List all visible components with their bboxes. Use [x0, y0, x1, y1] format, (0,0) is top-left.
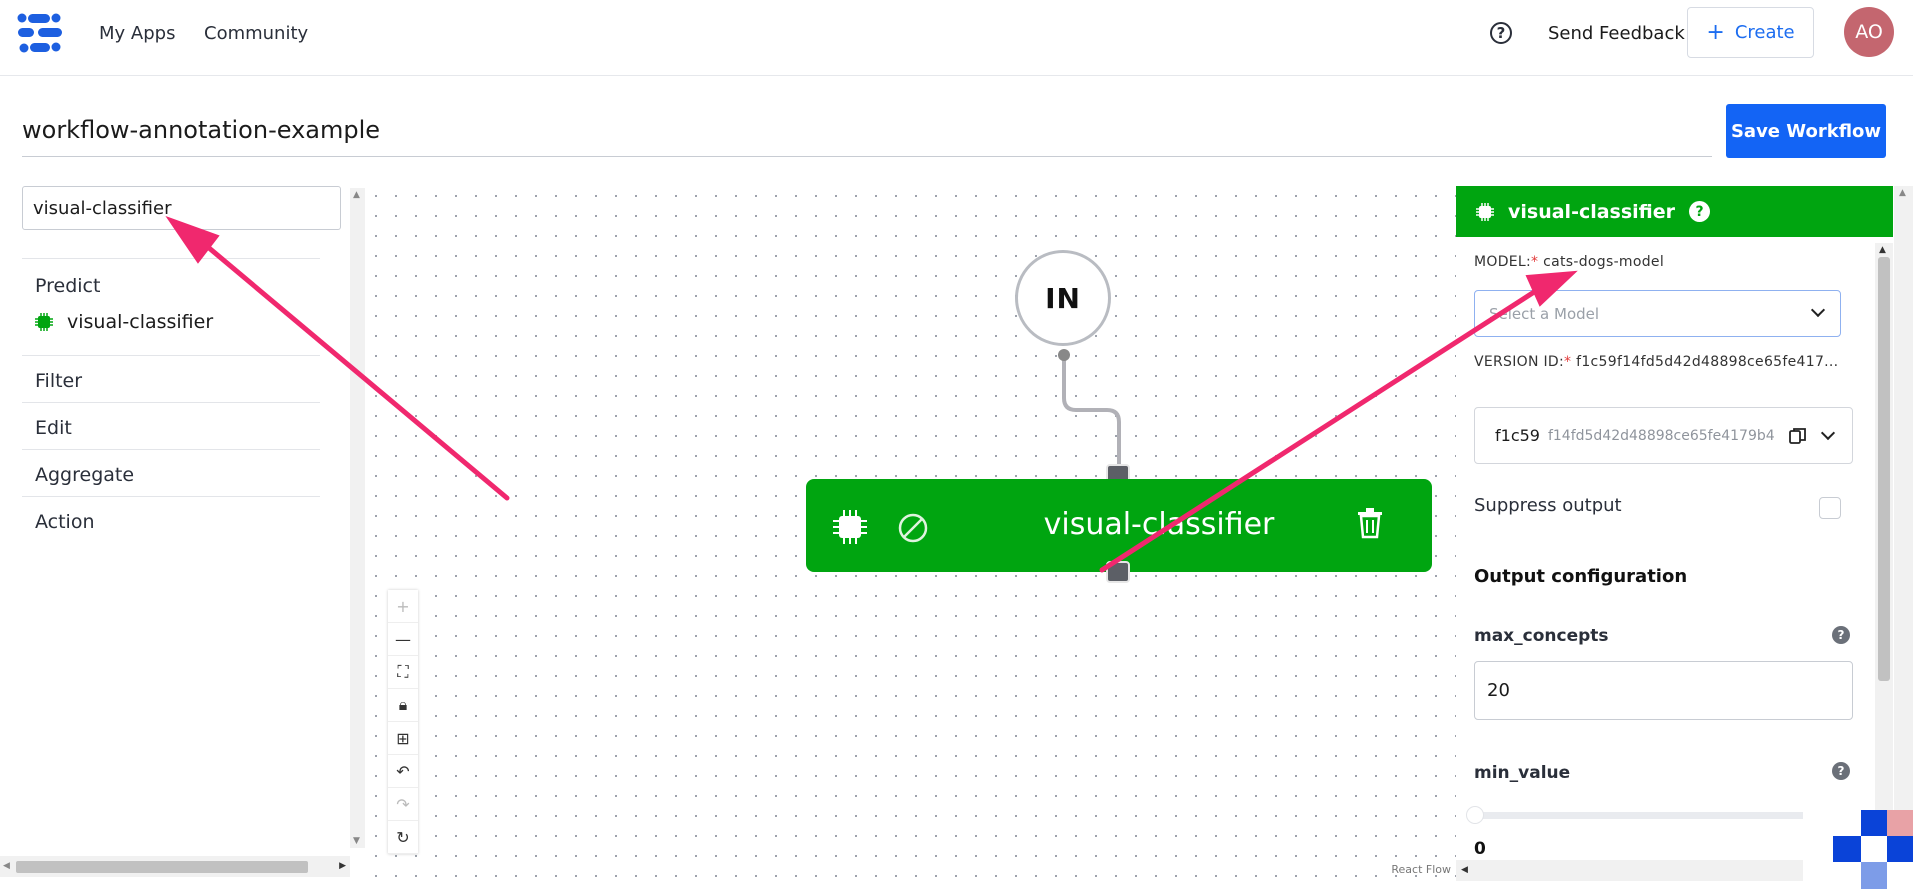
operator-visual-classifier[interactable]: visual-classifier — [22, 311, 320, 333]
category-predict[interactable]: Predict — [22, 275, 320, 297]
scroll-up-icon[interactable]: ▲ — [353, 190, 360, 200]
category-edit[interactable]: Edit — [22, 417, 320, 439]
scrollbar-thumb[interactable] — [1878, 257, 1890, 681]
undo-icon[interactable]: ↶ — [388, 755, 418, 788]
save-workflow-button[interactable]: Save Workflow — [1726, 104, 1886, 158]
version-short-id: f1c59 — [1495, 426, 1540, 445]
node-label: visual-classifier — [1043, 507, 1275, 542]
help-icon[interactable]: ? — [1689, 201, 1711, 222]
workflow-canvas[interactable]: IN visual-classifier + — ⛶ 🔒︎ ⊞ ↶ ↷ ↻ Re… — [372, 180, 1457, 880]
send-feedback-link[interactable]: Send Feedback — [1548, 23, 1685, 44]
model-label: MODEL: — [1474, 254, 1532, 270]
divider — [22, 258, 320, 259]
avatar[interactable]: AO — [1844, 7, 1894, 57]
copy-icon[interactable] — [1788, 427, 1807, 445]
config-header: visual-classifier ? — [1456, 186, 1893, 237]
category-aggregate[interactable]: Aggregate — [22, 464, 320, 486]
operator-search-input[interactable] — [22, 186, 341, 230]
category-action[interactable]: Action — [22, 511, 320, 533]
version-label: VERSION ID: — [1474, 354, 1565, 370]
scrollbar-thumb[interactable] — [16, 861, 308, 873]
horizontal-scrollbar[interactable]: ◀ ▶ — [0, 856, 350, 877]
auto-layout-icon[interactable]: ⊞ — [388, 722, 418, 755]
model-label-row: MODEL:* cats-dogs-model — [1474, 254, 1664, 270]
create-button[interactable]: + Create — [1687, 7, 1814, 58]
divider — [22, 449, 320, 450]
required-mark: * — [1564, 354, 1572, 370]
operator-list-panel: Predict visual-classifier Filter Edit Ag… — [0, 180, 365, 889]
min-value-help-icon[interactable]: ? — [1832, 762, 1850, 780]
scroll-left-icon[interactable]: ◀ — [3, 861, 10, 871]
chevron-down-icon — [1820, 425, 1836, 441]
nav-my-apps[interactable]: My Apps — [99, 23, 175, 44]
page-vertical-scrollbar[interactable]: ▲ — [1894, 186, 1913, 876]
output-config-heading: Output configuration — [1474, 566, 1688, 587]
clarifai-logo-icon[interactable] — [16, 12, 64, 54]
min-value-label: min_value — [1474, 763, 1571, 783]
min-value-slider[interactable] — [1474, 812, 1834, 819]
version-select[interactable]: f1c59 f14fd5d42d48898ce65fe4179b4 — [1474, 407, 1853, 464]
chip-icon — [1476, 202, 1494, 221]
vertical-scrollbar[interactable]: ▲ ▼ — [350, 188, 365, 848]
version-label-row: VERSION ID:* f1c59f14fd5d42d48898ce65fe4… — [1474, 354, 1838, 370]
required-mark: * — [1531, 254, 1539, 270]
max-concepts-input[interactable] — [1474, 661, 1853, 720]
divider — [22, 496, 320, 497]
version-value: f1c59f14fd5d42d48898ce65fe417... — [1576, 354, 1839, 370]
create-label: Create — [1734, 22, 1795, 43]
workflow-title[interactable]: workflow-annotation-example — [22, 116, 380, 144]
scroll-left-icon[interactable]: ◀ — [1461, 865, 1468, 875]
scroll-down-icon[interactable]: ▼ — [353, 836, 360, 846]
plus-icon: + — [1706, 19, 1725, 45]
pixel-badge-icon — [1803, 810, 1913, 889]
top-navigation: My Apps Community ? Send Feedback + Crea… — [0, 0, 1913, 76]
scroll-up-icon[interactable]: ▲ — [1879, 245, 1886, 255]
redo-icon[interactable]: ↷ — [388, 788, 418, 821]
canvas-controls: + — ⛶ 🔒︎ ⊞ ↶ ↷ ↻ — [388, 590, 418, 854]
lock-icon[interactable]: 🔒︎ — [388, 689, 418, 722]
config-title: visual-classifier — [1508, 200, 1676, 223]
reset-icon[interactable]: ↻ — [388, 821, 418, 854]
slider-handle[interactable] — [1466, 806, 1484, 824]
model-select[interactable]: Select a Model — [1474, 290, 1841, 337]
visual-classifier-node[interactable]: visual-classifier — [806, 479, 1432, 572]
node-config-panel: visual-classifier ? MODEL:* cats-dogs-mo… — [1456, 186, 1913, 889]
classifier-output-port[interactable] — [1106, 561, 1130, 583]
suppress-output-label: Suppress output — [1474, 495, 1622, 516]
help-icon[interactable]: ? — [1490, 22, 1512, 44]
zoom-in-icon[interactable]: + — [388, 590, 418, 623]
min-value-value: 0 — [1474, 839, 1486, 859]
title-underline — [22, 156, 1712, 157]
nav-community[interactable]: Community — [204, 23, 308, 44]
max-concepts-label: max_concepts — [1474, 626, 1609, 646]
input-node-handle[interactable] — [1058, 349, 1070, 361]
version-full-id: f14fd5d42d48898ce65fe4179b4 — [1547, 427, 1775, 444]
category-filter[interactable]: Filter — [22, 370, 320, 392]
suppress-output-checkbox[interactable] — [1819, 497, 1841, 519]
category-list: Predict visual-classifier Filter Edit Ag… — [22, 258, 320, 533]
select-placeholder: Select a Model — [1489, 304, 1600, 323]
model-value: cats-dogs-model — [1543, 254, 1665, 270]
operator-label: visual-classifier — [67, 311, 214, 333]
divider — [22, 355, 320, 356]
trash-icon[interactable] — [1356, 507, 1384, 539]
scroll-right-icon[interactable]: ▶ — [339, 861, 346, 871]
config-vertical-scrollbar[interactable]: ▲ — [1875, 243, 1893, 883]
input-node[interactable]: IN — [1015, 250, 1111, 346]
zoom-out-icon[interactable]: — — [388, 623, 418, 656]
chip-icon — [35, 313, 53, 331]
chevron-down-icon — [1810, 302, 1826, 318]
scroll-up-icon[interactable]: ▲ — [1899, 188, 1906, 198]
divider — [22, 402, 320, 403]
react-flow-attribution[interactable]: React Flow — [1391, 863, 1451, 876]
max-concepts-help-icon[interactable]: ? — [1832, 626, 1850, 644]
fit-view-icon[interactable]: ⛶ — [388, 656, 418, 689]
